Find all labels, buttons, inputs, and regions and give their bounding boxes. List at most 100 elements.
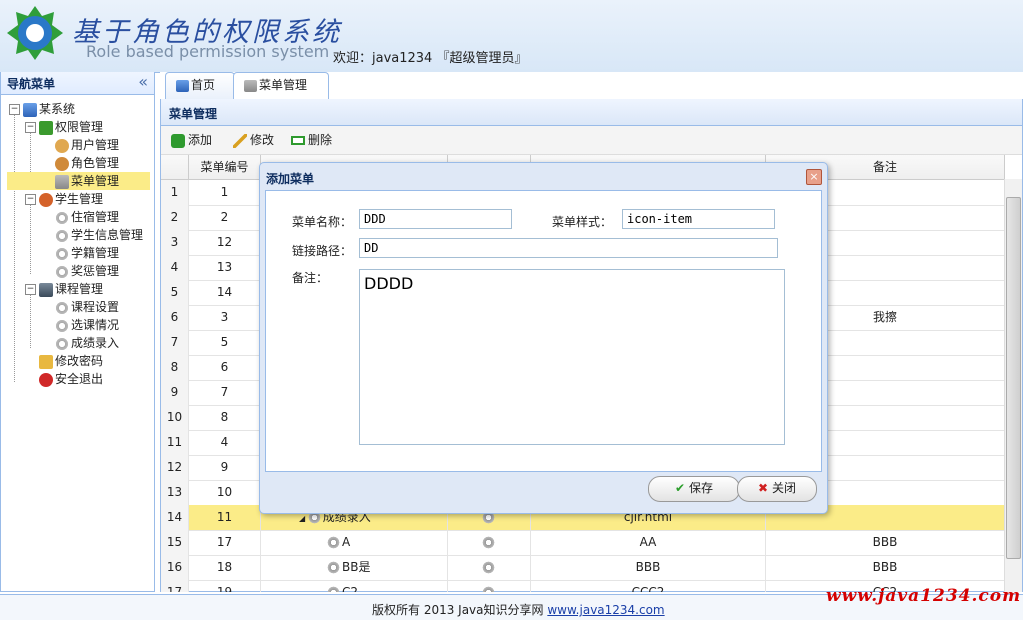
gear-icon: [55, 246, 69, 261]
gear-icon: [481, 561, 495, 574]
table-cell-rn: 1: [161, 180, 189, 205]
user-icon: [55, 138, 69, 153]
collapse-toggle-icon[interactable]: −: [25, 122, 36, 133]
table-cell-name: C2: [261, 580, 448, 592]
footer-link[interactable]: www.java1234.com: [547, 603, 664, 617]
tab-bar: 首页 菜单管理 ×: [160, 72, 1023, 116]
collapse-toggle-icon[interactable]: −: [25, 194, 36, 205]
dialog-header: 添加菜单 ×: [260, 163, 827, 189]
delete-button[interactable]: 删除: [291, 131, 332, 149]
menu-style-input[interactable]: [622, 209, 775, 229]
grid-header-id[interactable]: 菜单编号: [189, 155, 261, 180]
tree-item-course[interactable]: − 课程管理: [25, 280, 103, 298]
footer-text: 版权所有 2013 Java知识分享网 www.java1234.com: [372, 601, 665, 618]
tree-item-menu[interactable]: 菜单管理: [7, 172, 150, 190]
expand-icon[interactable]: ◢: [299, 514, 308, 523]
gear-icon: [55, 318, 69, 333]
table-cell-id: 10: [189, 480, 261, 505]
tree-item-label: 权限管理: [55, 120, 104, 134]
table-cell-rn: 15: [161, 530, 189, 555]
table-row[interactable]: 15 17 A AA BBB: [161, 530, 1005, 556]
table-cell-rn: 16: [161, 555, 189, 580]
close-icon[interactable]: ×: [806, 169, 822, 185]
edit-label: 修改: [250, 133, 275, 147]
cell-text: C2: [342, 585, 359, 592]
tree-item-user[interactable]: 用户管理: [55, 136, 119, 154]
table-cell-name: BB是: [261, 555, 448, 580]
add-button[interactable]: 添加: [171, 131, 212, 149]
tab-menu-management[interactable]: 菜单管理 ×: [233, 72, 329, 116]
dialog-title: 添加菜单: [266, 172, 315, 186]
home-icon: [176, 79, 189, 92]
tree-item-label: 学生信息管理: [71, 228, 144, 242]
check-icon: ✔: [674, 481, 686, 495]
remark-label: 备注：: [292, 271, 329, 285]
add-label: 添加: [188, 133, 213, 147]
remark-textarea[interactable]: [359, 269, 785, 445]
tree-item-change-password[interactable]: 修改密码: [39, 352, 103, 370]
sitemap-icon: [55, 174, 69, 189]
users-icon: [55, 156, 69, 171]
gear-icon: [55, 336, 69, 351]
app-header: 基于角色的权限系统 Role based permission system 欢…: [0, 0, 1023, 73]
tree-item-enrollment[interactable]: 学籍管理: [55, 244, 119, 262]
table-cell-id: 18: [189, 555, 261, 580]
table-cell-icon: [448, 580, 531, 592]
tree-item-label: 课程设置: [71, 300, 120, 314]
home-icon: [23, 102, 37, 117]
nav-panel: 导航菜单 « − 某系统 − 权限管理 用户管理 角色管理 菜单管理 − 学生管理 住…: [0, 72, 155, 592]
app-subtitle: Role based permission system: [86, 42, 330, 61]
tree-item-student-info[interactable]: 学生信息管理: [55, 226, 143, 244]
table-cell-rn: 11: [161, 430, 189, 455]
table-cell-id: 4: [189, 430, 261, 455]
tab-label: 首页: [191, 78, 216, 92]
tree-item-student[interactable]: − 学生管理: [25, 190, 103, 208]
tab-home[interactable]: 首页: [165, 72, 235, 99]
table-cell-id: 5: [189, 330, 261, 355]
tree-item-course-setup[interactable]: 课程设置: [55, 298, 119, 316]
menu-name-input[interactable]: [359, 209, 512, 229]
save-button[interactable]: ✔ 保存: [648, 476, 740, 502]
table-cell-rn: 3: [161, 230, 189, 255]
tab-label: 菜单管理: [259, 78, 308, 92]
table-cell-id: 8: [189, 405, 261, 430]
table-cell-name: A: [261, 530, 448, 555]
edit-button[interactable]: 修改: [233, 131, 274, 149]
pencil-icon: [233, 133, 247, 148]
tree-item-course-select[interactable]: 选课情况: [55, 316, 119, 334]
collapse-icon[interactable]: «: [138, 72, 148, 91]
cancel-button[interactable]: ✖ 关闭: [737, 476, 817, 502]
cancel-label: 关闭: [772, 481, 797, 495]
gear-icon: [55, 210, 69, 225]
tree-item-role[interactable]: 角色管理: [55, 154, 119, 172]
collapse-toggle-icon[interactable]: −: [9, 104, 20, 115]
monitor-icon: [39, 282, 53, 297]
tree-item-label: 课程管理: [55, 282, 104, 296]
table-row[interactable]: 16 18 BB是 BBB BBB: [161, 555, 1005, 581]
tree-item-root[interactable]: − 某系统: [9, 100, 75, 118]
nav-title: 导航菜单: [7, 77, 56, 91]
scrollbar-thumb[interactable]: [1006, 197, 1021, 559]
table-cell-id: 17: [189, 530, 261, 555]
table-cell-url: CCC2: [531, 580, 766, 592]
book-icon: [39, 120, 53, 135]
table-cell-url: BBB: [531, 555, 766, 580]
tree-item-label: 角色管理: [71, 156, 120, 170]
tree-item-label: 菜单管理: [71, 174, 120, 188]
tree-item-label: 学籍管理: [71, 246, 120, 260]
collapse-toggle-icon[interactable]: −: [25, 284, 36, 295]
table-cell-rn: 12: [161, 455, 189, 480]
table-cell-url: AA: [531, 530, 766, 555]
tree-item-permission[interactable]: − 权限管理: [25, 118, 103, 136]
watermark: www.java1234.com: [826, 586, 1022, 606]
welcome-text: 欢迎：java1234 『超级管理员』: [333, 51, 528, 66]
tree-item-label: 用户管理: [71, 138, 120, 152]
panel-title: 菜单管理: [169, 107, 218, 121]
tree-item-logout[interactable]: 安全退出: [39, 370, 103, 388]
menu-url-input[interactable]: [359, 238, 778, 258]
copyright-text: 版权所有 2013 Java知识分享网: [372, 603, 548, 617]
tree-item-dorm[interactable]: 住宿管理: [55, 208, 119, 226]
sitemap-icon: [244, 79, 257, 92]
tree-item-grades[interactable]: 成绩录入: [55, 334, 119, 352]
tree-item-rewards[interactable]: 奖惩管理: [55, 262, 119, 280]
